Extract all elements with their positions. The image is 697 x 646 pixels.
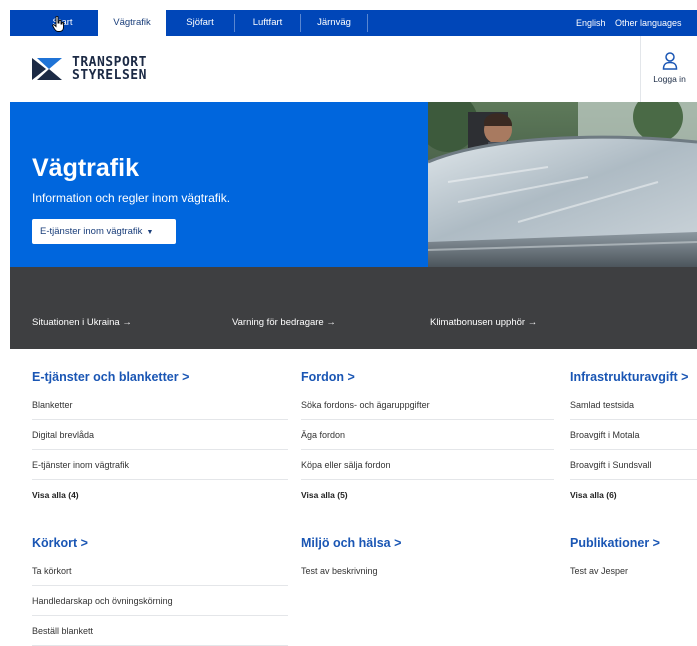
list-item[interactable]: Test av beskrivning <box>301 556 554 586</box>
tab-vagtrafik[interactable]: Vägtrafik <box>98 10 166 36</box>
section-korkort: Körkort > Ta körkort Handledarskap och ö… <box>32 536 288 646</box>
hero-panel: Vägtrafik Information och regler inom vä… <box>10 102 428 267</box>
caret-down-icon: ▼ <box>146 229 154 236</box>
mouse-pointer-icon <box>52 16 64 32</box>
chevron-right-icon: > <box>80 536 88 550</box>
bedragare-link[interactable]: Varning för bedragare → <box>232 317 336 328</box>
ukraina-link[interactable]: Situationen i Ukraina → <box>32 317 132 328</box>
section-miljo: Miljö och hälsa > Test av beskrivning <box>301 536 554 586</box>
list-item[interactable]: Köpa eller sälja fordon <box>301 450 554 480</box>
list-item[interactable]: Digital brevlåda <box>32 420 288 450</box>
dropdown-label: E-tjänster inom vägtrafik <box>40 226 143 237</box>
section-fordon: Fordon > Söka fordons- och ägaruppgifter… <box>301 370 554 510</box>
section-title-link[interactable]: E-tjänster och blanketter > <box>32 370 288 390</box>
section-title-link[interactable]: Miljö och hälsa > <box>301 536 554 556</box>
section-title-label: E-tjänster och blanketter <box>32 370 179 384</box>
section-title-link[interactable]: Infrastrukturavgift > <box>570 370 697 390</box>
arrow-right-icon: → <box>122 317 132 328</box>
top-navigation-bar: Start Vägtrafik Sjöfart Luftfart Järnväg… <box>10 10 697 36</box>
tab-sjofart[interactable]: Sjöfart <box>166 10 234 36</box>
section-title-label: Miljö och hälsa <box>301 536 391 550</box>
section-etjanster: E-tjänster och blanketter > Blanketter D… <box>32 370 288 510</box>
transportstyrelsen-logo-icon[interactable] <box>32 58 62 80</box>
section-title-link[interactable]: Körkort > <box>32 536 288 556</box>
tab-luftfart[interactable]: Luftfart <box>235 10 300 36</box>
logo-line-2: STYRELSEN <box>72 68 147 83</box>
chevron-right-icon: > <box>652 536 660 550</box>
section-title-link[interactable]: Publikationer > <box>570 536 697 556</box>
section-publikationer: Publikationer > Test av Jesper <box>570 536 697 586</box>
bedragare-link-label: Varning för bedragare <box>232 317 324 328</box>
list-item[interactable]: Broavgift i Motala <box>570 420 697 450</box>
show-all-link[interactable]: Visa alla (4) <box>32 480 288 510</box>
announcement-strip: Situationen i Ukraina → Varning för bedr… <box>10 267 697 349</box>
arrow-right-icon: → <box>326 317 336 328</box>
section-title-label: Infrastrukturavgift <box>570 370 678 384</box>
page-title: Vägtrafik <box>32 154 139 182</box>
other-languages-link[interactable]: Other languages <box>615 10 682 36</box>
chevron-right-icon: > <box>394 536 402 550</box>
page-subtitle: Information och regler inom vägtrafik. <box>32 191 231 205</box>
klimatbonus-link-label: Klimatbonusen upphör <box>430 317 526 328</box>
list-item[interactable]: E-tjänster inom vägtrafik <box>32 450 288 480</box>
list-item[interactable]: Söka fordons- och ägaruppgifter <box>301 390 554 420</box>
chevron-right-icon: > <box>182 370 190 384</box>
section-infrastrukturavgift: Infrastrukturavgift > Samlad testsida Br… <box>570 370 697 510</box>
list-item[interactable]: Samlad testsida <box>570 390 697 420</box>
top-navigation: Start Vägtrafik Sjöfart Luftfart Järnväg… <box>0 0 697 36</box>
hero-section: Vägtrafik Information och regler inom vä… <box>10 102 697 267</box>
etjanster-dropdown-button[interactable]: E-tjänster inom vägtrafik ▼ <box>32 219 176 244</box>
section-title-link[interactable]: Fordon > <box>301 370 554 390</box>
list-item[interactable]: Ta körkort <box>32 556 288 586</box>
klimatbonus-link[interactable]: Klimatbonusen upphör → <box>430 317 537 328</box>
site-header: TRANSPORT STYRELSEN Logga in <box>10 36 697 102</box>
arrow-right-icon: → <box>527 317 538 328</box>
show-all-link[interactable]: Visa alla (6) <box>570 480 697 510</box>
logo-wordmark[interactable]: TRANSPORT STYRELSEN <box>72 56 147 82</box>
list-item[interactable]: Handledarskap och övningskörning <box>32 586 288 616</box>
chevron-right-icon: > <box>347 370 355 384</box>
user-icon <box>662 52 678 70</box>
list-item[interactable]: Äga fordon <box>301 420 554 450</box>
ukraina-link-label: Situationen i Ukraina <box>32 317 120 328</box>
chevron-right-icon: > <box>681 370 689 384</box>
english-link[interactable]: English <box>576 10 606 36</box>
section-title-label: Fordon <box>301 370 345 384</box>
list-item[interactable]: Beställ blankett <box>32 616 288 646</box>
login-button[interactable]: Logga in <box>640 36 697 102</box>
section-title-label: Publikationer <box>570 536 650 550</box>
list-item[interactable]: Blanketter <box>32 390 288 420</box>
tab-divider <box>367 14 368 32</box>
hero-car-photo <box>428 102 697 267</box>
login-label: Logga in <box>653 74 686 84</box>
section-title-label: Körkort <box>32 536 78 550</box>
show-all-link[interactable]: Visa alla (5) <box>301 480 554 510</box>
list-item[interactable]: Test av Jesper <box>570 556 697 586</box>
tab-jarnvag[interactable]: Järnväg <box>301 10 367 36</box>
list-item[interactable]: Broavgift i Sundsvall <box>570 450 697 480</box>
